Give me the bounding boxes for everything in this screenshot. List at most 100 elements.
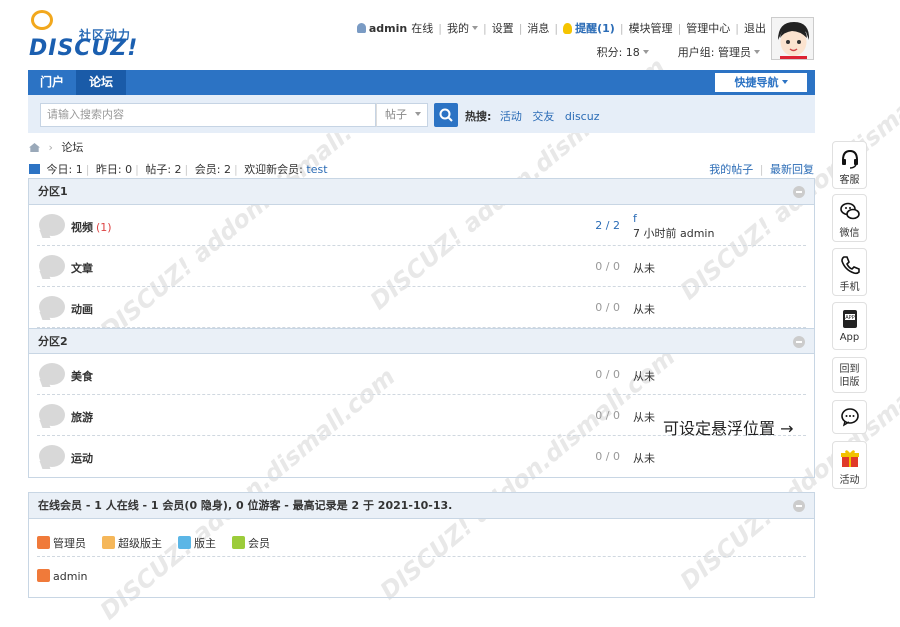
float-label: 活动	[839, 475, 860, 486]
hot-search-item[interactable]: 交友	[532, 110, 554, 123]
search-input[interactable]: 请输入搜索内容	[40, 103, 376, 127]
forum-count: 0 / 0	[595, 450, 620, 463]
settings-link[interactable]: 设置	[492, 20, 514, 36]
chevron-down-icon	[754, 50, 760, 54]
forum-last-post: 从未	[633, 411, 655, 424]
online-header: 在线会员 - 1 人在线 - 1 会员(0 隐身), 0 位游客 - 最高记录是…	[29, 493, 814, 519]
messages-link[interactable]: 消息	[527, 20, 549, 36]
svg-text:APP: APP	[845, 315, 854, 321]
forum-name-text: 视频	[71, 221, 93, 234]
nav-forum[interactable]: 论坛	[76, 70, 126, 95]
legend-item: 版主	[178, 535, 216, 551]
search-button[interactable]	[434, 103, 458, 127]
online-user: admin	[37, 557, 806, 597]
float-service-button[interactable]: 客服	[832, 141, 867, 189]
search-type-label: 帖子	[385, 108, 407, 121]
gift-icon	[840, 450, 859, 467]
legend-item: 超级版主	[102, 535, 162, 551]
app-icon: APP	[842, 310, 857, 328]
quick-nav-button[interactable]: 快捷导航	[715, 73, 807, 92]
points-menu[interactable]: 积分: 18	[597, 46, 649, 59]
wechat-icon	[839, 202, 860, 220]
admin-user-icon	[37, 536, 50, 549]
divider: |	[619, 21, 624, 35]
divider: |	[518, 21, 523, 35]
forum-bubble-icon	[39, 363, 65, 385]
forum-bubble-icon	[39, 404, 65, 426]
hot-search-item[interactable]: 活动	[500, 110, 522, 123]
forum-name[interactable]: 运动	[71, 450, 93, 466]
main-nav: 门户 论坛 快捷导航	[28, 70, 815, 95]
latest-replies-link[interactable]: 最新回复	[770, 163, 814, 176]
admin-center-link[interactable]: 管理中心	[686, 20, 730, 36]
float-label: 回到旧版	[839, 364, 860, 388]
usergroup-label: 用户组: 管理员	[677, 46, 751, 59]
divider: |	[438, 21, 442, 35]
collapse-icon[interactable]	[793, 186, 805, 198]
float-phone-button[interactable]: 手机	[832, 248, 867, 296]
forum-row: 文章 0 / 0 从未	[37, 246, 806, 287]
super-mod-user-icon	[102, 536, 115, 549]
forum-last-post: 从未	[633, 262, 655, 275]
collapse-icon[interactable]	[793, 500, 805, 512]
float-label: 客服	[839, 175, 860, 186]
logout-link[interactable]: 退出	[744, 20, 766, 36]
collapse-icon[interactable]	[793, 336, 805, 348]
hot-search-item[interactable]: discuz	[565, 110, 600, 123]
float-label: 手机	[839, 282, 860, 293]
float-event-button[interactable]: 活动	[832, 441, 867, 489]
forum-name[interactable]: 旅游	[71, 409, 93, 425]
online-title[interactable]: 在线会员 - 1 人在线 - 1 会员(0 隐身), 0 位游客 - 最高记录是…	[38, 499, 452, 512]
forum-name[interactable]: 文章	[71, 260, 93, 276]
section-header: 分区2	[29, 328, 814, 354]
forum-bubble-icon	[39, 445, 65, 467]
float-chat-button[interactable]	[832, 400, 867, 434]
chevron-down-icon	[471, 26, 478, 30]
forum-name[interactable]: 动画	[71, 301, 93, 317]
float-label: 微信	[839, 228, 860, 239]
forum-bubble-icon	[39, 214, 65, 236]
newest-member-link[interactable]: test	[306, 163, 327, 176]
stat-posts: 帖子: 2	[145, 163, 182, 176]
search-icon	[439, 108, 453, 122]
float-old-version-button[interactable]: 回到旧版	[832, 357, 867, 393]
forum-name[interactable]: 视频 (1)	[71, 219, 112, 235]
stat-welcome: 欢迎新会员:	[244, 163, 307, 176]
mine-menu[interactable]: 我的	[447, 20, 478, 36]
breadcrumb-current[interactable]: 论坛	[61, 141, 83, 154]
forum-row: 视频 (1) 2 / 2 f 7 小时前 admin	[37, 205, 806, 246]
online-user-link[interactable]: admin	[53, 570, 87, 583]
mine-label: 我的	[446, 22, 469, 35]
remind-link[interactable]: 提醒(1)	[575, 20, 615, 36]
module-manage-link[interactable]: 模块管理	[629, 20, 673, 36]
last-post-time: 7 小时前 admin	[633, 227, 715, 240]
forum-last-post: 从未	[633, 370, 655, 383]
username-link[interactable]: admin	[369, 22, 407, 35]
float-app-button[interactable]: APP App	[832, 302, 867, 350]
legend-label: 会员	[248, 536, 270, 550]
online-status: 在线	[411, 22, 434, 35]
chevron-down-icon	[781, 80, 788, 84]
last-post-link[interactable]: f	[633, 212, 637, 225]
online-members-block: 在线会员 - 1 人在线 - 1 会员(0 隐身), 0 位游客 - 最高记录是…	[28, 492, 815, 598]
hot-search: 热搜: 活动 交友 discuz	[465, 108, 606, 124]
search-type-select[interactable]: 帖子	[376, 103, 428, 127]
section-title[interactable]: 分区1	[38, 185, 68, 198]
home-icon[interactable]	[29, 143, 40, 152]
chevron-down-icon	[642, 50, 649, 54]
usergroup-menu[interactable]: 用户组: 管理员	[678, 46, 760, 59]
forum-stats: 今日: 1 | 昨日: 0 | 帖子: 2 | 会员: 2 | 欢迎新会员: test	[29, 161, 328, 177]
bulb-icon	[563, 22, 573, 34]
my-posts-link[interactable]: 我的帖子	[709, 163, 753, 176]
nav-portal[interactable]: 门户	[28, 70, 76, 95]
user-toolbar: admin 在线 | 我的 | 设置 | 消息 | 提醒(1) | 模块管理 |…	[356, 20, 766, 36]
section-title[interactable]: 分区2	[38, 335, 68, 348]
forum-new-count: (1)	[96, 221, 112, 234]
avatar[interactable]	[771, 17, 814, 60]
float-wechat-button[interactable]: 微信	[832, 194, 867, 242]
divider: |	[554, 21, 559, 35]
forum-name[interactable]: 美食	[71, 368, 93, 384]
forum-row: 美食 0 / 0 从未	[37, 354, 806, 395]
headset-icon	[841, 149, 858, 169]
chevron-down-icon	[415, 112, 421, 116]
